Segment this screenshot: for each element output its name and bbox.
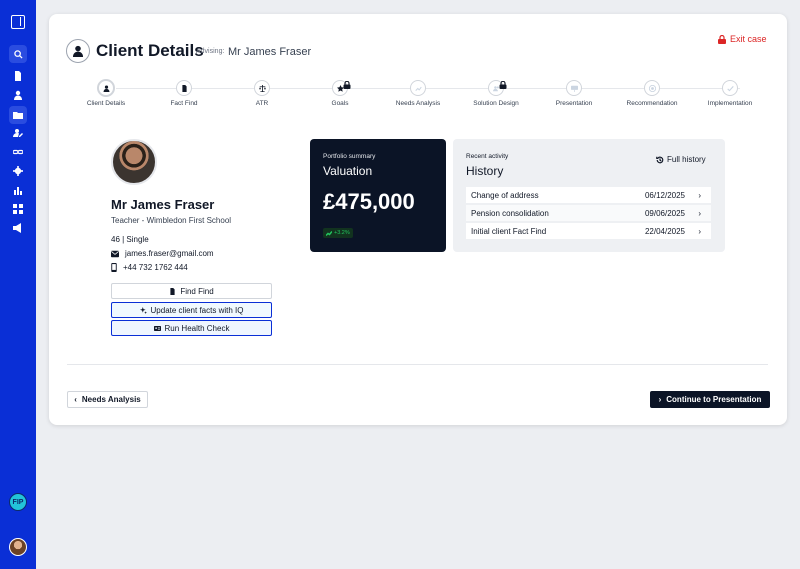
id-card-icon xyxy=(153,325,161,331)
step-presentation[interactable] xyxy=(566,80,582,96)
trend-up-icon xyxy=(326,230,332,236)
lock-icon xyxy=(499,76,507,89)
step-label: Implementation xyxy=(707,100,753,107)
chevron-right-icon: › xyxy=(698,209,701,218)
history-title: History xyxy=(466,164,504,178)
document-icon xyxy=(170,287,175,295)
find-find-label: Find Find xyxy=(180,286,214,296)
portfolio-label: Portfolio summary xyxy=(323,153,376,160)
portfolio-value: £475,000 xyxy=(323,189,415,214)
chevron-right-icon: › xyxy=(658,395,662,404)
next-label: Continue to Presentation xyxy=(666,395,762,404)
portfolio-change-badge: +3.2% xyxy=(323,228,353,238)
history-icon xyxy=(656,156,664,163)
portfolio-summary-card[interactable]: Portfolio summary Valuation £475,000 +3.… xyxy=(310,139,446,252)
folder-icon[interactable] xyxy=(10,107,26,123)
fip-badge[interactable]: FIP xyxy=(9,493,27,511)
exit-case-label: Exit case xyxy=(730,34,767,44)
client-age-status: 46 | Single xyxy=(111,235,149,244)
gear-icon[interactable] xyxy=(10,163,26,179)
client-email[interactable]: james.fraser@gmail.com xyxy=(125,249,214,258)
portfolio-change: +3.2% xyxy=(334,230,350,236)
history-row-date: 22/04/2025 xyxy=(644,227,685,236)
history-row-text: Initial client Fact Find xyxy=(471,227,547,236)
client-job: Teacher - Wimbledon First School xyxy=(111,216,232,225)
document-icon[interactable] xyxy=(10,68,26,84)
advising-name: Mr James Fraser xyxy=(228,46,312,58)
history-label: Recent activity xyxy=(466,153,509,160)
history-card: Recent activity History Full history Cha… xyxy=(453,139,725,252)
user-icon[interactable] xyxy=(10,87,26,103)
full-history-label: Full history xyxy=(667,155,706,164)
step-label: Fact Find xyxy=(170,100,198,107)
update-iq-label: Update client facts with IQ xyxy=(150,305,244,315)
lock-icon xyxy=(343,76,351,89)
divider xyxy=(67,364,768,365)
step-label: Needs Analysis xyxy=(395,100,441,107)
step-recommendation[interactable] xyxy=(644,80,660,96)
sparkle-icon xyxy=(139,306,147,314)
step-fact-find[interactable] xyxy=(176,80,192,96)
advising-label: Advising: xyxy=(196,48,225,55)
portfolio-title: Valuation xyxy=(323,164,373,178)
mail-icon xyxy=(111,250,119,257)
history-row-date: 09/06/2025 xyxy=(644,209,685,218)
client-avatar-icon xyxy=(66,39,90,63)
history-row[interactable]: Pension consolidation 09/06/2025 › xyxy=(466,205,711,221)
full-history-link[interactable]: Full history xyxy=(656,155,706,164)
avatar[interactable] xyxy=(9,538,27,556)
history-row[interactable]: Change of address 06/12/2025 › xyxy=(466,187,711,203)
exit-case-button[interactable]: Exit case xyxy=(718,34,767,44)
link-icon[interactable] xyxy=(10,144,26,160)
step-client-details[interactable] xyxy=(97,79,115,97)
main-card: Client Details Advising: Mr James Fraser… xyxy=(49,14,787,425)
panel-toggle-icon[interactable] xyxy=(11,15,25,29)
step-label: Client Details xyxy=(86,100,126,107)
step-label: ATR xyxy=(255,100,269,107)
user-edit-icon[interactable] xyxy=(10,125,26,141)
client-photo xyxy=(111,139,157,185)
chevron-right-icon: › xyxy=(698,191,701,200)
phone-icon xyxy=(111,263,117,272)
history-row[interactable]: Initial client Fact Find 22/04/2025 › xyxy=(466,223,711,239)
megaphone-icon[interactable] xyxy=(10,220,26,236)
sidebar: FIP xyxy=(0,0,36,569)
page-title: Client Details xyxy=(96,41,204,60)
step-label: Presentation xyxy=(555,100,593,107)
grid-icon[interactable] xyxy=(10,201,26,217)
history-row-text: Change of address xyxy=(471,191,539,200)
find-find-button[interactable]: Find Find xyxy=(111,283,272,299)
chevron-left-icon: ‹ xyxy=(74,395,77,404)
chevron-right-icon: › xyxy=(698,227,701,236)
email-row: james.fraser@gmail.com xyxy=(111,249,214,258)
step-label: Goals xyxy=(331,100,349,107)
update-iq-button[interactable]: Update client facts with IQ xyxy=(111,302,272,318)
step-needs-analysis[interactable] xyxy=(410,80,426,96)
health-check-button[interactable]: Run Health Check xyxy=(111,320,272,336)
client-phone[interactable]: +44 732 1762 444 xyxy=(123,263,188,272)
history-row-date: 06/12/2025 xyxy=(644,191,685,200)
client-name: Mr James Fraser xyxy=(111,197,215,212)
step-implementation[interactable] xyxy=(722,80,738,96)
step-atr[interactable] xyxy=(254,80,270,96)
phone-row: +44 732 1762 444 xyxy=(111,263,188,272)
search-icon[interactable] xyxy=(9,45,27,63)
continue-presentation-button[interactable]: › Continue to Presentation xyxy=(650,391,770,408)
history-row-text: Pension consolidation xyxy=(471,209,549,218)
step-label: Solution Design xyxy=(473,100,519,107)
back-needs-analysis-button[interactable]: ‹ Needs Analysis xyxy=(67,391,148,408)
lock-icon xyxy=(718,34,726,44)
back-label: Needs Analysis xyxy=(81,395,141,404)
bar-chart-icon[interactable] xyxy=(10,182,26,198)
health-check-label: Run Health Check xyxy=(164,323,230,333)
step-label: Recommendation xyxy=(626,100,678,107)
